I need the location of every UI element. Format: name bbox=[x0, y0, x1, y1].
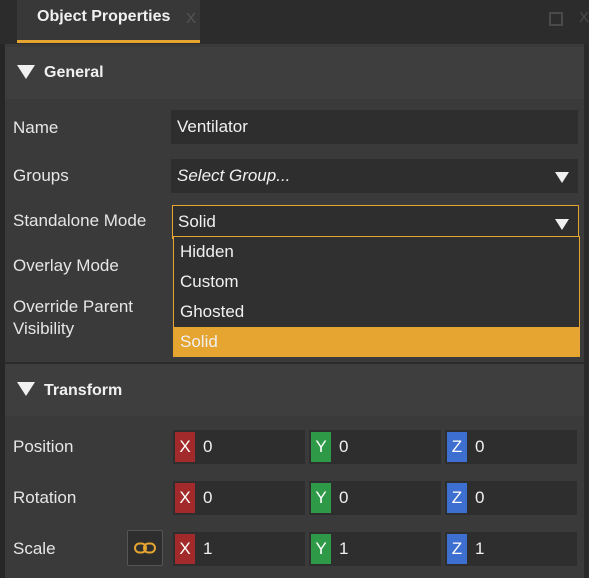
rotation-x-field[interactable]: X 0 bbox=[173, 481, 305, 515]
position-y-field[interactable]: Y 0 bbox=[309, 430, 441, 464]
axis-z-badge: Z bbox=[447, 432, 467, 462]
rotation-y-field[interactable]: Y 0 bbox=[309, 481, 441, 515]
dropdown-option-ghosted[interactable]: Ghosted bbox=[174, 297, 579, 327]
axis-z-badge: Z bbox=[447, 534, 467, 564]
scale-y-field[interactable]: Y 1 bbox=[309, 532, 441, 566]
axis-x-badge: X bbox=[175, 432, 195, 462]
name-field[interactable]: Ventilator bbox=[171, 110, 578, 144]
groups-select[interactable]: Select Group... bbox=[171, 159, 578, 193]
rotation-z-field[interactable]: Z 0 bbox=[445, 481, 577, 515]
scale-x-value: 1 bbox=[203, 539, 213, 558]
axis-y-badge: Y bbox=[311, 534, 331, 564]
section-general-title: General bbox=[44, 64, 104, 81]
axis-x-badge: X bbox=[175, 534, 195, 564]
maximize-icon[interactable] bbox=[549, 12, 563, 26]
tab-close-icon[interactable]: X bbox=[186, 10, 196, 27]
axis-y-badge: Y bbox=[311, 432, 331, 462]
option-label: Hidden bbox=[180, 242, 234, 261]
section-transform-title: Transform bbox=[44, 382, 123, 399]
scrollbar[interactable] bbox=[584, 44, 589, 578]
dropdown-option-custom[interactable]: Custom bbox=[174, 267, 579, 297]
position-z-field[interactable]: Z 0 bbox=[445, 430, 577, 464]
standalone-mode-dropdown-list: Hidden Custom Ghosted Solid bbox=[173, 236, 580, 357]
section-transform-header[interactable]: Transform bbox=[5, 364, 584, 416]
left-edge bbox=[0, 44, 5, 578]
collapse-triangle-icon[interactable] bbox=[17, 65, 35, 79]
rotation-y-value: 0 bbox=[339, 488, 349, 507]
dropdown-option-hidden[interactable]: Hidden bbox=[174, 237, 579, 267]
scale-z-value: 1 bbox=[475, 539, 485, 558]
position-z-value: 0 bbox=[475, 437, 485, 456]
axis-z-badge: Z bbox=[447, 483, 467, 513]
standalone-mode-label: Standalone Mode bbox=[13, 211, 147, 230]
position-label: Position bbox=[13, 437, 74, 456]
chevron-down-icon[interactable] bbox=[555, 219, 569, 230]
position-y-value: 0 bbox=[339, 437, 349, 456]
scale-y-value: 1 bbox=[339, 539, 349, 558]
tab-title[interactable]: Object Properties bbox=[37, 8, 170, 26]
override-parent-visibility-label-line2: Visibility bbox=[13, 319, 75, 338]
override-parent-visibility-label-line1: Override Parent bbox=[13, 297, 133, 316]
scale-x-field[interactable]: X 1 bbox=[173, 532, 305, 566]
position-x-value: 0 bbox=[203, 437, 213, 456]
scale-link-button[interactable] bbox=[127, 530, 163, 566]
overlay-mode-label: Overlay Mode bbox=[13, 256, 119, 275]
scale-z-field[interactable]: Z 1 bbox=[445, 532, 577, 566]
chevron-down-icon[interactable] bbox=[555, 172, 569, 183]
dropdown-option-solid[interactable]: Solid bbox=[174, 327, 579, 357]
axis-y-badge: Y bbox=[311, 483, 331, 513]
collapse-triangle-icon[interactable] bbox=[17, 382, 35, 396]
rotation-x-value: 0 bbox=[203, 488, 213, 507]
position-x-field[interactable]: X 0 bbox=[173, 430, 305, 464]
option-label: Solid bbox=[180, 332, 218, 351]
option-label: Custom bbox=[180, 272, 239, 291]
rotation-z-value: 0 bbox=[475, 488, 485, 507]
panel-tab-bar: Object Properties X X bbox=[0, 0, 589, 44]
option-label: Ghosted bbox=[180, 302, 245, 321]
rotation-label: Rotation bbox=[13, 488, 77, 507]
active-tab-indicator bbox=[17, 40, 200, 43]
name-label: Name bbox=[13, 118, 59, 137]
standalone-mode-select[interactable]: Solid bbox=[172, 205, 579, 239]
groups-label: Groups bbox=[13, 166, 69, 185]
link-icon bbox=[134, 542, 156, 554]
axis-x-badge: X bbox=[175, 483, 195, 513]
close-icon[interactable]: X bbox=[579, 9, 589, 26]
section-general-header[interactable]: General bbox=[5, 47, 584, 99]
groups-placeholder: Select Group... bbox=[177, 166, 291, 185]
name-value: Ventilator bbox=[177, 117, 248, 136]
standalone-mode-value: Solid bbox=[178, 212, 216, 231]
scale-label: Scale bbox=[13, 539, 56, 558]
